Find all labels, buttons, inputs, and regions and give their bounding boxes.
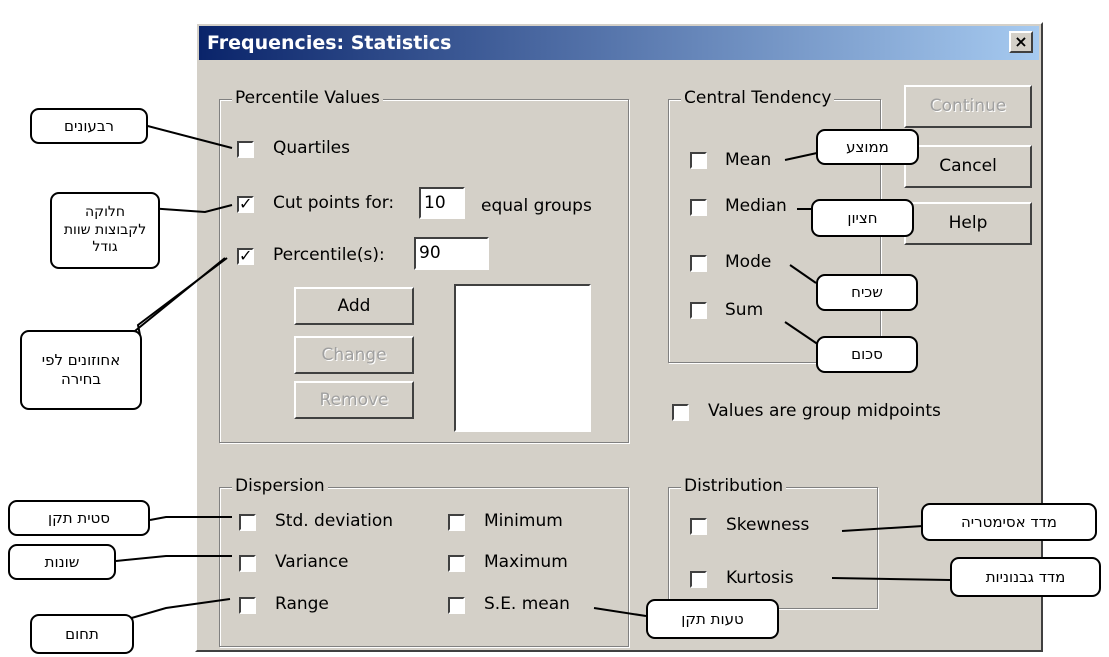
callout-connectors [103,123,951,627]
callout-cut-points: חלוקה לקבוצות שוות גודל [50,192,160,269]
callout-variance: שונות [8,544,116,580]
callout-kurtosis: מדד גבנוניות [950,557,1101,597]
callout-se-mean: טעות תקן [646,599,779,639]
callout-quartiles: רבעונים [30,108,148,144]
callout-range: תחום [30,614,134,654]
callout-skewness: מדד אסימטריה [921,503,1097,541]
callout-sum: סכום [816,336,918,373]
callout-median: חציון [811,199,914,237]
callout-std-deviation: סטית תקן [8,500,150,536]
callout-mode: שכיח [816,274,918,311]
callout-mean: ממוצע [816,129,919,165]
callout-percentiles: אחוזונים לפי בחירה [20,330,142,410]
